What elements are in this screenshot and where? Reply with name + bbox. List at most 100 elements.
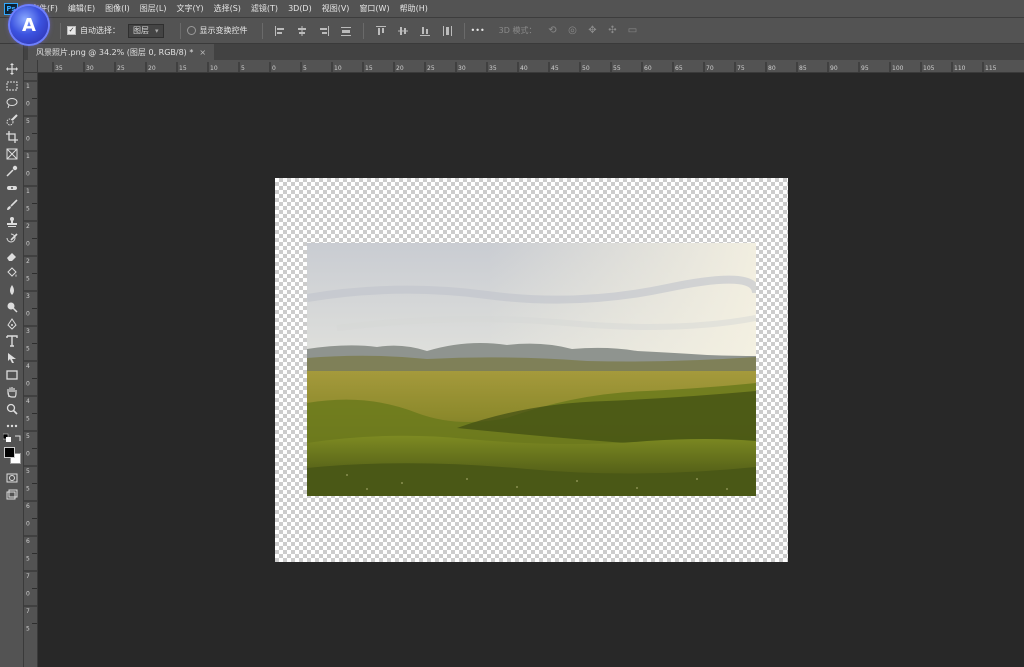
ruler-label: 5 xyxy=(303,65,307,72)
document-tab[interactable]: 风景照片.png @ 34.2% (图层 0, RGB/8) * × xyxy=(28,44,215,60)
landscape-photo-layer[interactable] xyxy=(307,243,756,496)
3d-orbit-icon[interactable]: ⟲ xyxy=(544,24,560,38)
blur-tool-icon[interactable] xyxy=(4,283,20,297)
paint-bucket-tool-icon[interactable] xyxy=(4,266,20,280)
3d-slide-icon[interactable]: ✣ xyxy=(604,24,620,38)
divider xyxy=(261,22,263,39)
menu-help[interactable]: 帮助(H) xyxy=(395,3,433,14)
more-options-button[interactable]: ••• xyxy=(471,26,485,35)
more-tools-icon[interactable] xyxy=(4,419,20,433)
menu-view[interactable]: 视图(V) xyxy=(317,3,355,14)
zoom-tool-icon[interactable] xyxy=(4,402,20,416)
auto-select-checkbox[interactable]: ✓ xyxy=(67,26,76,35)
ruler-label: 75 xyxy=(737,65,745,72)
brush-tool-icon[interactable] xyxy=(4,198,20,212)
ruler-label: 30 xyxy=(86,65,94,72)
ruler-label: 85 xyxy=(799,65,807,72)
ruler-label: 20 xyxy=(396,65,404,72)
path-select-tool-icon[interactable] xyxy=(4,351,20,365)
lasso-tool-icon[interactable] xyxy=(4,96,20,110)
auto-select-target-dropdown[interactable]: 图层 ▾ xyxy=(128,23,164,38)
show-transform-checkbox[interactable] xyxy=(186,26,196,35)
clone-stamp-tool-icon[interactable] xyxy=(4,215,20,229)
ruler-label: 5 xyxy=(26,468,30,475)
menu-3d[interactable]: 3D(D) xyxy=(283,4,317,13)
menu-layer[interactable]: 图层(L) xyxy=(135,3,172,14)
3d-roll-icon[interactable]: ◎ xyxy=(564,24,580,38)
ruler-label: 0 xyxy=(26,136,30,143)
eraser-tool-icon[interactable] xyxy=(4,249,20,263)
menu-select[interactable]: 选择(S) xyxy=(209,3,246,14)
vertical-ruler[interactable]: 10501015202530354045505560657075 xyxy=(24,73,38,667)
ruler-label: 95 xyxy=(861,65,869,72)
quick-mask-icon[interactable] xyxy=(4,471,20,485)
auto-select-label: 自动选择： xyxy=(80,26,120,35)
align-vcenter-icon[interactable] xyxy=(396,24,410,38)
show-transform-label: 显示变换控件 xyxy=(199,26,248,35)
align-top-icon[interactable] xyxy=(374,24,388,38)
3d-scale-icon[interactable]: ▭ xyxy=(624,24,640,38)
history-brush-tool-icon[interactable] xyxy=(4,232,20,246)
hand-tool-icon[interactable] xyxy=(4,385,20,399)
ruler-label: 5 xyxy=(26,433,30,440)
ruler-label: 115 xyxy=(985,65,997,72)
distribute-vertical-icon[interactable] xyxy=(440,24,454,38)
close-icon[interactable]: × xyxy=(199,48,206,57)
distribute-icon[interactable] xyxy=(339,24,353,38)
dodge-tool-icon[interactable] xyxy=(4,300,20,314)
default-colors-icon[interactable] xyxy=(3,433,11,442)
assistant-badge-icon[interactable]: A xyxy=(10,6,48,44)
vertical-ruler-ticks: 10501015202530354045505560657075 xyxy=(24,80,37,633)
menu-bar: Ps 文件(F) 编辑(E) 图像(I) 图层(L) 文字(Y) 选择(S) 滤… xyxy=(0,0,1024,17)
tools-panel xyxy=(0,44,24,667)
align-bottom-icon[interactable] xyxy=(418,24,432,38)
spot-healing-tool-icon[interactable] xyxy=(4,181,20,195)
3d-pan-icon[interactable]: ✥ xyxy=(584,24,600,38)
screen-mode-icon[interactable] xyxy=(4,488,20,502)
menu-window[interactable]: 窗口(W) xyxy=(354,3,394,14)
frame-tool-icon[interactable] xyxy=(4,147,20,161)
ruler-label: 5 xyxy=(26,416,30,423)
ruler-label: 7 xyxy=(26,573,30,580)
ruler-label: 0 xyxy=(26,381,30,388)
menu-type[interactable]: 文字(Y) xyxy=(171,3,208,14)
divider xyxy=(463,22,465,39)
align-left-icon[interactable] xyxy=(273,24,287,38)
align-hcenter-icon[interactable] xyxy=(295,24,309,38)
quick-select-tool-icon[interactable] xyxy=(4,113,20,127)
move-tool-icon[interactable] xyxy=(4,62,20,76)
ruler-label: 10 xyxy=(210,65,218,72)
ruler-label: 100 xyxy=(892,65,904,72)
ruler-label: 0 xyxy=(26,171,30,178)
ruler-label: 0 xyxy=(26,311,30,318)
pen-tool-icon[interactable] xyxy=(4,317,20,331)
rectangle-tool-icon[interactable] xyxy=(4,368,20,382)
swap-colors-icon[interactable] xyxy=(14,434,22,442)
marquee-tool-icon[interactable] xyxy=(4,79,20,93)
ruler-label: 50 xyxy=(582,65,590,72)
ruler-label: 6 xyxy=(26,538,30,545)
dropdown-value: 图层 xyxy=(133,26,149,35)
ruler-label: 4 xyxy=(26,398,30,405)
ruler-label: 25 xyxy=(117,65,125,72)
ruler-label: 3 xyxy=(26,293,30,300)
menu-edit[interactable]: 编辑(E) xyxy=(63,3,100,14)
crop-tool-icon[interactable] xyxy=(4,130,20,144)
eyedropper-tool-icon[interactable] xyxy=(4,164,20,178)
ruler-label: 0 xyxy=(272,65,276,72)
horizontal-ruler[interactable]: 35 30 25 20 15 10 5 0 5 10 15 20 25 30 35 40 45 50 55 60 65 7… xyxy=(38,60,1024,73)
ruler-origin[interactable] xyxy=(24,60,38,73)
ruler-label: 15 xyxy=(179,65,187,72)
ruler-label: 1 xyxy=(26,188,30,195)
menu-image[interactable]: 图像(I) xyxy=(100,3,135,14)
align-right-icon[interactable] xyxy=(317,24,331,38)
ruler-label: 15 xyxy=(365,65,373,72)
ruler-label: 60 xyxy=(644,65,652,72)
ruler-label: 20 xyxy=(148,65,156,72)
ruler-label: 0 xyxy=(26,451,30,458)
document-canvas[interactable] xyxy=(275,178,788,562)
canvas-workspace[interactable] xyxy=(38,73,1024,667)
foreground-color-swatch[interactable] xyxy=(4,447,15,458)
menu-filter[interactable]: 滤镜(T) xyxy=(246,3,283,14)
type-tool-icon[interactable] xyxy=(4,334,20,348)
